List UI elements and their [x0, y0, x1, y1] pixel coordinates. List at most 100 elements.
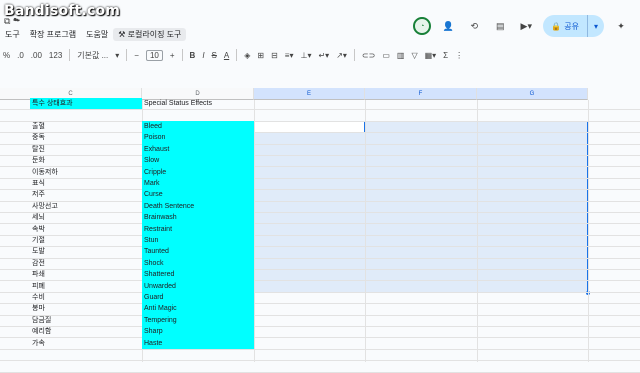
active-cell[interactable]	[254, 121, 365, 133]
header-cell-english[interactable]: Special Status Effects	[142, 98, 254, 109]
cell-korean-name[interactable]: 기절	[30, 235, 142, 246]
column-gridline	[365, 100, 366, 362]
merge-cells-icon[interactable]: ⊟	[271, 51, 278, 60]
cell-korean-name[interactable]: 가속	[30, 338, 142, 349]
cell-english-name[interactable]: Restraint	[142, 223, 254, 235]
people-icon[interactable]: 👤	[439, 17, 457, 35]
vertical-align-icon[interactable]: ⊥▾	[300, 51, 311, 60]
column-header-g[interactable]: G	[477, 88, 588, 100]
meet-video-icon[interactable]: ▶▾	[517, 17, 535, 35]
borders-icon[interactable]: ⊞	[257, 51, 264, 60]
text-rotation-icon[interactable]: ↗▾	[336, 51, 347, 60]
menu-tools[interactable]: 도구	[0, 28, 25, 41]
functions-icon[interactable]: Σ	[443, 51, 448, 60]
horizontal-align-icon[interactable]: ≡▾	[285, 51, 294, 60]
cell-english-name[interactable]: Sharp	[142, 326, 254, 338]
font-size-increase-button[interactable]: +	[170, 51, 175, 60]
cell-korean-name[interactable]: 피폐	[30, 281, 142, 292]
cell-korean-name[interactable]: 둔화	[30, 155, 142, 166]
column-header-e[interactable]: E	[254, 88, 365, 100]
cell-korean-name[interactable]: 저주	[30, 189, 142, 200]
cell-korean-name[interactable]: 이동저하	[30, 167, 142, 178]
toolbar: % .0 .00 123 기본값 ... ▾ − 10 + B I S A ◈ …	[0, 45, 640, 65]
gemini-sparkle-icon[interactable]: ✦	[612, 17, 630, 35]
menu-localization-tools[interactable]: ⚒ 로컬라이징 도구	[113, 27, 187, 41]
cell-english-name[interactable]: Slow	[142, 155, 254, 167]
cell-korean-name[interactable]: 감전	[30, 258, 142, 269]
comment-icon[interactable]: ▤	[491, 17, 509, 35]
cell-english-name[interactable]: Poison	[142, 132, 254, 144]
more-options-icon[interactable]: ⋮	[455, 51, 463, 60]
percent-format-button[interactable]: %	[3, 51, 10, 60]
column-gridline	[254, 100, 255, 362]
header-cell-korean[interactable]: 특수 상태효과	[30, 98, 142, 110]
cell-korean-name[interactable]: 탈진	[30, 144, 142, 155]
share-button[interactable]: 🔒 공유	[543, 15, 588, 37]
cell-english-name[interactable]: Taunted	[142, 246, 254, 258]
cell-english-name[interactable]: Brainwash	[142, 212, 254, 224]
cell-english-name[interactable]: Unwarded	[142, 280, 254, 292]
link-icon[interactable]: ⊂⊃	[362, 51, 375, 60]
menu-help[interactable]: 도움말	[81, 28, 113, 41]
column-gridline	[588, 100, 589, 362]
cell-korean-name[interactable]: 수비	[30, 292, 142, 303]
avatar[interactable]: ◔	[413, 17, 432, 35]
text-wrap-icon[interactable]: ↵▾	[318, 51, 329, 60]
cell-korean-name[interactable]: 담금질	[30, 315, 142, 326]
bold-button[interactable]: B	[190, 51, 196, 60]
cell-english-name[interactable]: Anti Magic	[142, 303, 254, 315]
cell-english-name[interactable]: Stun	[142, 235, 254, 247]
cell-english-name[interactable]: Shock	[142, 257, 254, 270]
text-color-button[interactable]: A	[224, 51, 229, 60]
toolbar-divider	[126, 49, 128, 61]
cell-english-name[interactable]: Shattered	[142, 269, 254, 281]
row-gridline	[0, 360, 640, 362]
cell-korean-name[interactable]: 표식	[30, 178, 142, 189]
cell-english-name[interactable]: Curse	[142, 189, 254, 201]
more-formats-button[interactable]: 123	[49, 51, 62, 60]
cell-korean-name[interactable]: 세뇌	[30, 212, 142, 223]
selected-range[interactable]	[254, 121, 588, 293]
cell-korean-name[interactable]: 예리함	[30, 326, 142, 337]
menu-extensions[interactable]: 확장 프로그램	[25, 28, 81, 41]
cell-korean-name[interactable]: 사망선고	[30, 201, 142, 212]
font-family-select[interactable]: 기본값 ...	[77, 50, 108, 61]
cell-english-name[interactable]: Mark	[142, 178, 254, 190]
cell-english-name[interactable]: Haste	[142, 337, 254, 349]
cell-korean-name[interactable]: 중독	[30, 132, 142, 143]
cell-english-name[interactable]: Cripple	[142, 166, 254, 178]
header-actions: ◔ 👤 ⟲ ▤ ▶▾ 🔒 공유 ▾ ✦	[413, 12, 640, 40]
font-size-decrease-button[interactable]: −	[134, 51, 139, 60]
cell-korean-name[interactable]: 파쇄	[30, 269, 142, 280]
cell-english-name[interactable]: Tempering	[142, 314, 254, 327]
column-gridline	[477, 100, 478, 362]
fill-color-icon[interactable]: ◈	[244, 51, 250, 60]
italic-button[interactable]: I	[202, 51, 204, 60]
font-size-input[interactable]: 10	[145, 49, 163, 61]
cell-korean-name[interactable]: 속박	[30, 224, 142, 235]
column-header-f[interactable]: F	[365, 88, 477, 100]
strikethrough-button[interactable]: S	[212, 51, 217, 60]
lock-icon: 🔒	[551, 21, 562, 31]
row-gridline	[0, 109, 640, 111]
cell-english-name[interactable]: Guard	[142, 292, 254, 304]
chevron-down-icon: ▾	[115, 50, 120, 60]
filter-icon[interactable]: ▽	[411, 51, 417, 60]
share-dropdown-icon[interactable]: ▾	[588, 22, 604, 31]
insert-chart-icon[interactable]: ▥	[397, 51, 405, 60]
menu-localization-label: 로컬라이징 도구	[127, 29, 182, 39]
cell-korean-name[interactable]: 출혈	[30, 121, 142, 132]
cell-korean-name[interactable]: 봉마	[30, 303, 142, 314]
watermark: Bandisoft.com	[4, 3, 121, 19]
cell-english-name[interactable]: Exhaust	[142, 143, 254, 156]
insert-comment-icon[interactable]: ▭	[382, 51, 390, 60]
cell-english-name[interactable]: Death Sentence	[142, 200, 254, 213]
cell-korean-name[interactable]: 도발	[30, 246, 142, 257]
increase-decimal-button[interactable]: .00	[31, 51, 42, 60]
filter-views-icon[interactable]: ▦▾	[425, 51, 437, 60]
toolbar-divider	[236, 49, 238, 61]
cell-english-name[interactable]: Bleed	[142, 121, 254, 133]
row-gridline	[0, 371, 640, 373]
history-icon[interactable]: ⟲	[465, 17, 483, 35]
decrease-decimal-button[interactable]: .0	[17, 51, 24, 60]
